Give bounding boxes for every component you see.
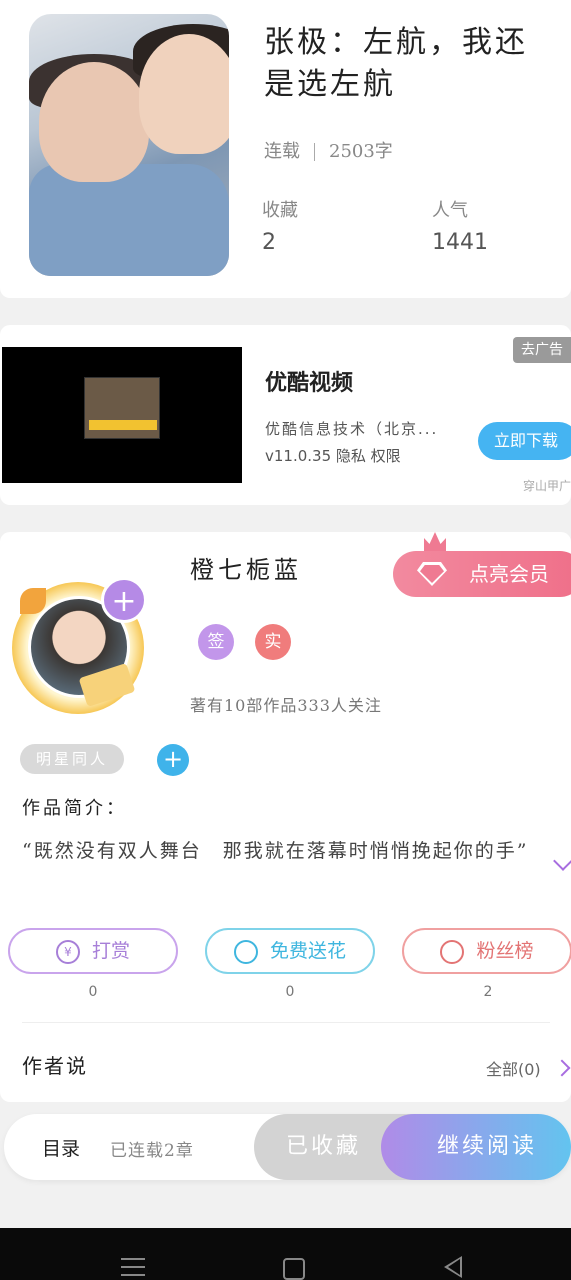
meta-divider [314,143,315,161]
book-meta: 连载 2503字 [264,137,393,163]
chevron-right-icon[interactable] [553,1059,571,1077]
book-title: 张极：左航，我还是选左航 [264,25,528,102]
popularity-value: 1441 [432,230,488,255]
book-header-card: 张极：左航，我还是选左航 连载 2503字 收藏 2 人气 1441 [0,0,571,298]
send-flower-button[interactable]: 免费送花 [205,928,375,974]
flower-label: 免费送花 [269,940,346,962]
ad-video-frame [84,377,160,439]
ad-card[interactable]: 去广告 优酷视频 优酷信息技术（北京... v11.0.35 隐私 权限 立即下… [0,325,571,505]
book-cover-image[interactable] [29,14,229,276]
follow-author-button[interactable]: + [101,577,147,623]
popularity-label: 人气 [432,200,468,221]
author-name[interactable]: 橙七栀蓝 [190,550,302,585]
system-nav-bar [0,1228,571,1280]
intro-text: “既然没有双人舞台 那我就在落幕时悄悄挽起你的手” [22,840,529,862]
reward-button[interactable]: ¥ 打赏 [8,928,178,974]
vip-label: 点亮会员 [469,562,549,586]
toc-button[interactable]: 目录 [42,1134,80,1161]
favorites-label: 收藏 [262,200,298,221]
signed-badge: 签 [198,624,234,660]
add-tag-button[interactable]: + [157,744,189,776]
author-stats: 著有10部作品333人关注 [190,696,382,715]
book-status: 连载 [264,141,300,162]
author-card: + 橙七栀蓝 点亮会员 签 实 著有10部作品333人关注 明星同人 + 作品简… [0,532,571,1102]
author-says-all-link[interactable]: 全部(0) [486,1056,541,1080]
category-tag[interactable]: 明星同人 [20,744,124,774]
fans-label: 粉丝榜 [476,940,534,962]
leaf-decoration-icon [20,588,46,614]
author-says-title: 作者说 [22,1054,88,1078]
ad-version-privacy[interactable]: v11.0.35 隐私 权限 [265,445,401,466]
ad-source: 穿山甲广 [522,479,571,493]
ad-download-button[interactable]: 立即下载 [478,422,571,460]
verified-badge: 实 [255,624,291,660]
yen-icon: ¥ [55,939,80,964]
reward-label: 打赏 [91,940,130,962]
ad-video-thumbnail[interactable] [2,347,242,483]
flower-count: 0 [285,984,295,1000]
ad-app-name: 优酷视频 [265,370,354,396]
fans-count: 2 [483,984,493,1000]
continue-reading-button[interactable]: 继续阅读 [381,1114,571,1180]
user-heart-icon [440,939,465,964]
favorites-value: 2 [262,230,276,255]
book-word-count: 2503字 [329,141,393,162]
remove-ad-button[interactable]: 去广告 [513,337,571,363]
back-icon[interactable] [444,1256,462,1278]
ad-company: 优酷信息技术（北京... [265,420,439,438]
menu-icon[interactable] [121,1258,145,1276]
home-icon[interactable] [283,1258,305,1280]
vip-button[interactable]: 点亮会员 [393,551,571,597]
reward-count: 0 [88,984,98,1000]
crown-icon [424,532,446,552]
divider [22,1022,550,1023]
bottom-action-bar: 目录 已连载2章 已收藏 继续阅读 [4,1114,571,1180]
chapter-count[interactable]: 已连载2章 [110,1136,194,1161]
chevron-down-icon[interactable] [553,851,571,871]
flower-icon [233,939,258,964]
intro-label: 作品简介： [22,798,127,819]
fan-ranking-button[interactable]: 粉丝榜 [402,928,571,974]
